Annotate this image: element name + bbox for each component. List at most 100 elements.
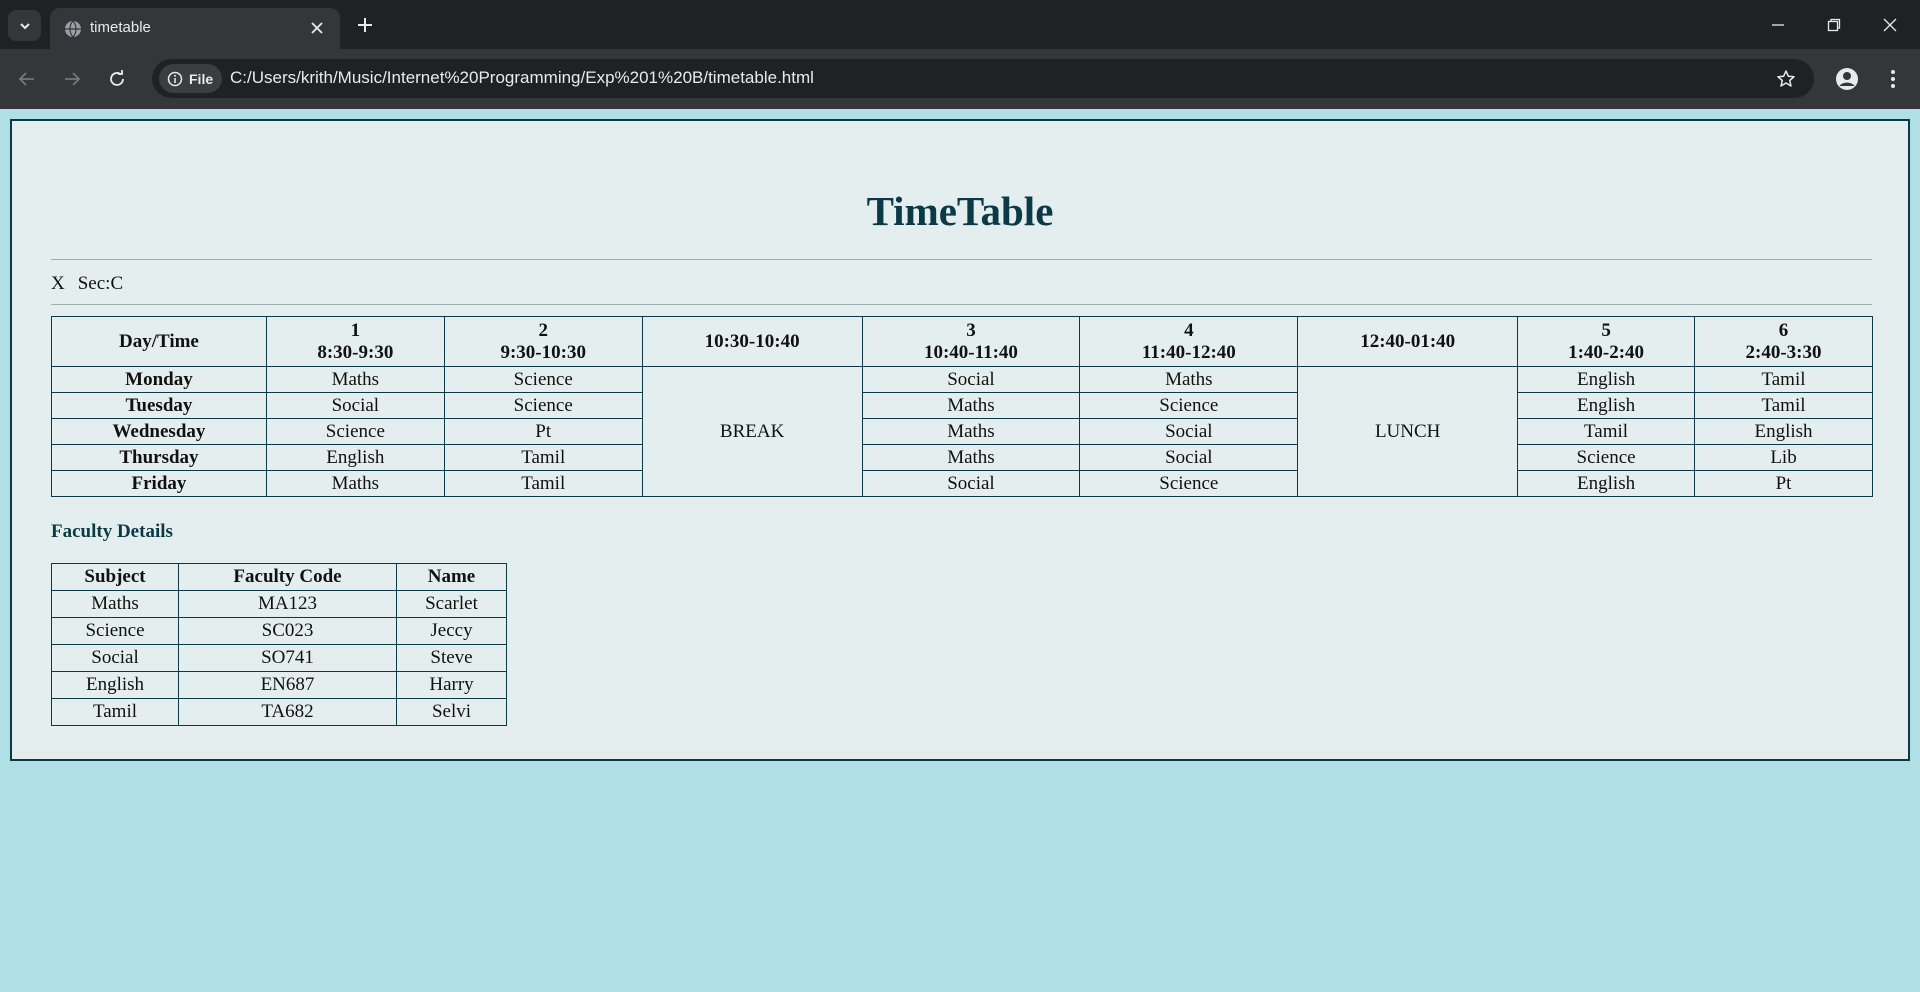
faculty-code-cell: TA682	[178, 698, 397, 726]
period-cell: Science	[443, 392, 643, 419]
day-cell: Friday	[51, 470, 267, 497]
bookmark-button[interactable]	[1772, 65, 1800, 93]
day-cell: Tuesday	[51, 392, 267, 419]
period-cell: Pt	[1694, 470, 1873, 497]
tab-search-button[interactable]	[8, 10, 41, 41]
reload-icon	[110, 70, 124, 86]
url-text[interactable]: C:/Users/krith/Music/Internet%20Programm…	[230, 68, 814, 88]
header-period-5: 5 1:40-2:40	[1517, 316, 1696, 367]
period-cell: Maths	[265, 366, 445, 393]
table-row: Science SC023 Jeccy	[51, 617, 507, 645]
more-vertical-icon	[1891, 70, 1895, 88]
new-tab-button[interactable]	[352, 12, 378, 38]
header-period-2: 2 9:30-10:30	[443, 316, 643, 367]
reload-button[interactable]	[101, 63, 133, 95]
table-row: Monday Maths Science BREAK Social Maths …	[51, 366, 1873, 497]
column-header: Faculty Code	[178, 563, 397, 591]
back-button[interactable]	[11, 63, 43, 95]
period-cell: Social	[1079, 444, 1299, 471]
faculty-code-cell: SC023	[178, 617, 397, 645]
period-cell: Maths	[1079, 366, 1299, 393]
page-title: TimeTable	[866, 188, 1054, 234]
break-cell: BREAK	[641, 366, 863, 497]
faculty-name-cell: Scarlet	[396, 590, 507, 618]
table-row: Tuesday Social Science Maths Science Eng…	[51, 392, 1873, 419]
close-window-button[interactable]	[1862, 0, 1918, 49]
minimize-button[interactable]	[1750, 0, 1806, 49]
table-row: Social SO741 Steve	[51, 644, 507, 672]
header-break-time: 10:30-10:40	[641, 316, 863, 367]
tab-close-button[interactable]	[306, 17, 328, 39]
tab-title: timetable	[90, 19, 151, 36]
section-label: Sec:C	[77, 273, 124, 294]
period-cell: Social	[861, 470, 1081, 497]
divider	[51, 304, 1872, 305]
period-cell: Science	[1079, 392, 1299, 419]
header-lunch-time: 12:40-01:40	[1297, 316, 1519, 367]
period-cell: Tamil	[1694, 392, 1873, 419]
period-cell: Lib	[1694, 444, 1873, 471]
column-header: Subject	[51, 563, 179, 591]
period-cell: English	[1517, 392, 1696, 419]
day-cell: Monday	[51, 366, 267, 393]
period-cell: English	[265, 444, 445, 471]
period-cell: Pt	[443, 418, 643, 445]
period-cell: Tamil	[443, 470, 643, 497]
period-cell: English	[1694, 418, 1873, 445]
period-cell: Science	[443, 366, 643, 393]
period-cell: English	[1517, 470, 1696, 497]
period-cell: English	[1517, 366, 1696, 393]
period-cell: Science	[1079, 470, 1299, 497]
period-cell: Tamil	[1694, 366, 1873, 393]
period-cell: Social	[265, 392, 445, 419]
table-row: Wednesday Science Pt Maths Social Tamil …	[51, 418, 1873, 445]
header-period-6: 6 2:40-3:30	[1694, 316, 1873, 367]
subject-cell: Social	[51, 644, 179, 672]
day-cell: Thursday	[51, 444, 267, 471]
browser-tab[interactable]: timetable	[50, 8, 340, 49]
faculty-code-cell: SO741	[178, 644, 397, 672]
address-bar[interactable]: File C:/Users/krith/Music/Internet%20Pro…	[152, 59, 1814, 98]
info-icon	[167, 71, 183, 86]
timetable-table: Day/Time 1 8:30-9:30 2 9:30-10:30 10:30-10…	[51, 316, 1873, 497]
period-cell: Science	[265, 418, 445, 445]
star-icon	[1777, 70, 1795, 87]
globe-icon	[65, 20, 81, 38]
timetable-header-row: Day/Time 1 8:30-9:30 2 9:30-10:30 10:30-10…	[51, 316, 1873, 367]
table-row: Maths MA123 Scarlet	[51, 590, 507, 618]
browser-toolbar: File C:/Users/krith/Music/Internet%20Pro…	[0, 49, 1920, 109]
restore-button[interactable]	[1806, 0, 1862, 49]
faculty-name-cell: Selvi	[396, 698, 507, 726]
forward-button[interactable]	[56, 63, 88, 95]
faculty-name-cell: Harry	[396, 671, 507, 699]
browser-menu-button[interactable]	[1877, 63, 1909, 95]
period-cell: Science	[1517, 444, 1696, 471]
avatar-icon	[1836, 68, 1858, 90]
file-chip-label: File	[189, 70, 214, 87]
site-info-chip[interactable]: File	[159, 64, 223, 93]
content-panel: TimeTable X Sec:C Day/Time 1 8:30-9:30 2 9:…	[10, 119, 1910, 761]
subject-cell: Maths	[51, 590, 179, 618]
lunch-cell: LUNCH	[1297, 366, 1519, 497]
subject-cell: Tamil	[51, 698, 179, 726]
period-cell: Social	[861, 366, 1081, 393]
back-arrow-icon	[18, 72, 34, 86]
faculty-header-row: Subject Faculty Code Name	[51, 563, 507, 591]
table-row: English EN687 Harry	[51, 671, 507, 699]
column-header: Name	[396, 563, 507, 591]
period-cell: Tamil	[443, 444, 643, 471]
profile-button[interactable]	[1831, 63, 1863, 95]
table-row: Friday Maths Tamil Social Science Englis…	[51, 470, 1873, 497]
faculty-name-cell: Steve	[396, 644, 507, 672]
header-period-3: 3 10:40-11:40	[861, 316, 1081, 367]
header-period-4: 4 11:40-12:40	[1079, 316, 1299, 367]
subject-cell: Science	[51, 617, 179, 645]
faculty-heading: Faculty Details	[51, 521, 173, 542]
day-cell: Wednesday	[51, 418, 267, 445]
minimize-icon	[1772, 23, 1784, 26]
class-section-line: X Sec:C	[51, 273, 136, 295]
divider	[51, 259, 1872, 260]
close-icon	[1883, 18, 1897, 31]
header-day-time: Day/Time	[51, 316, 267, 367]
period-cell: Maths	[265, 470, 445, 497]
